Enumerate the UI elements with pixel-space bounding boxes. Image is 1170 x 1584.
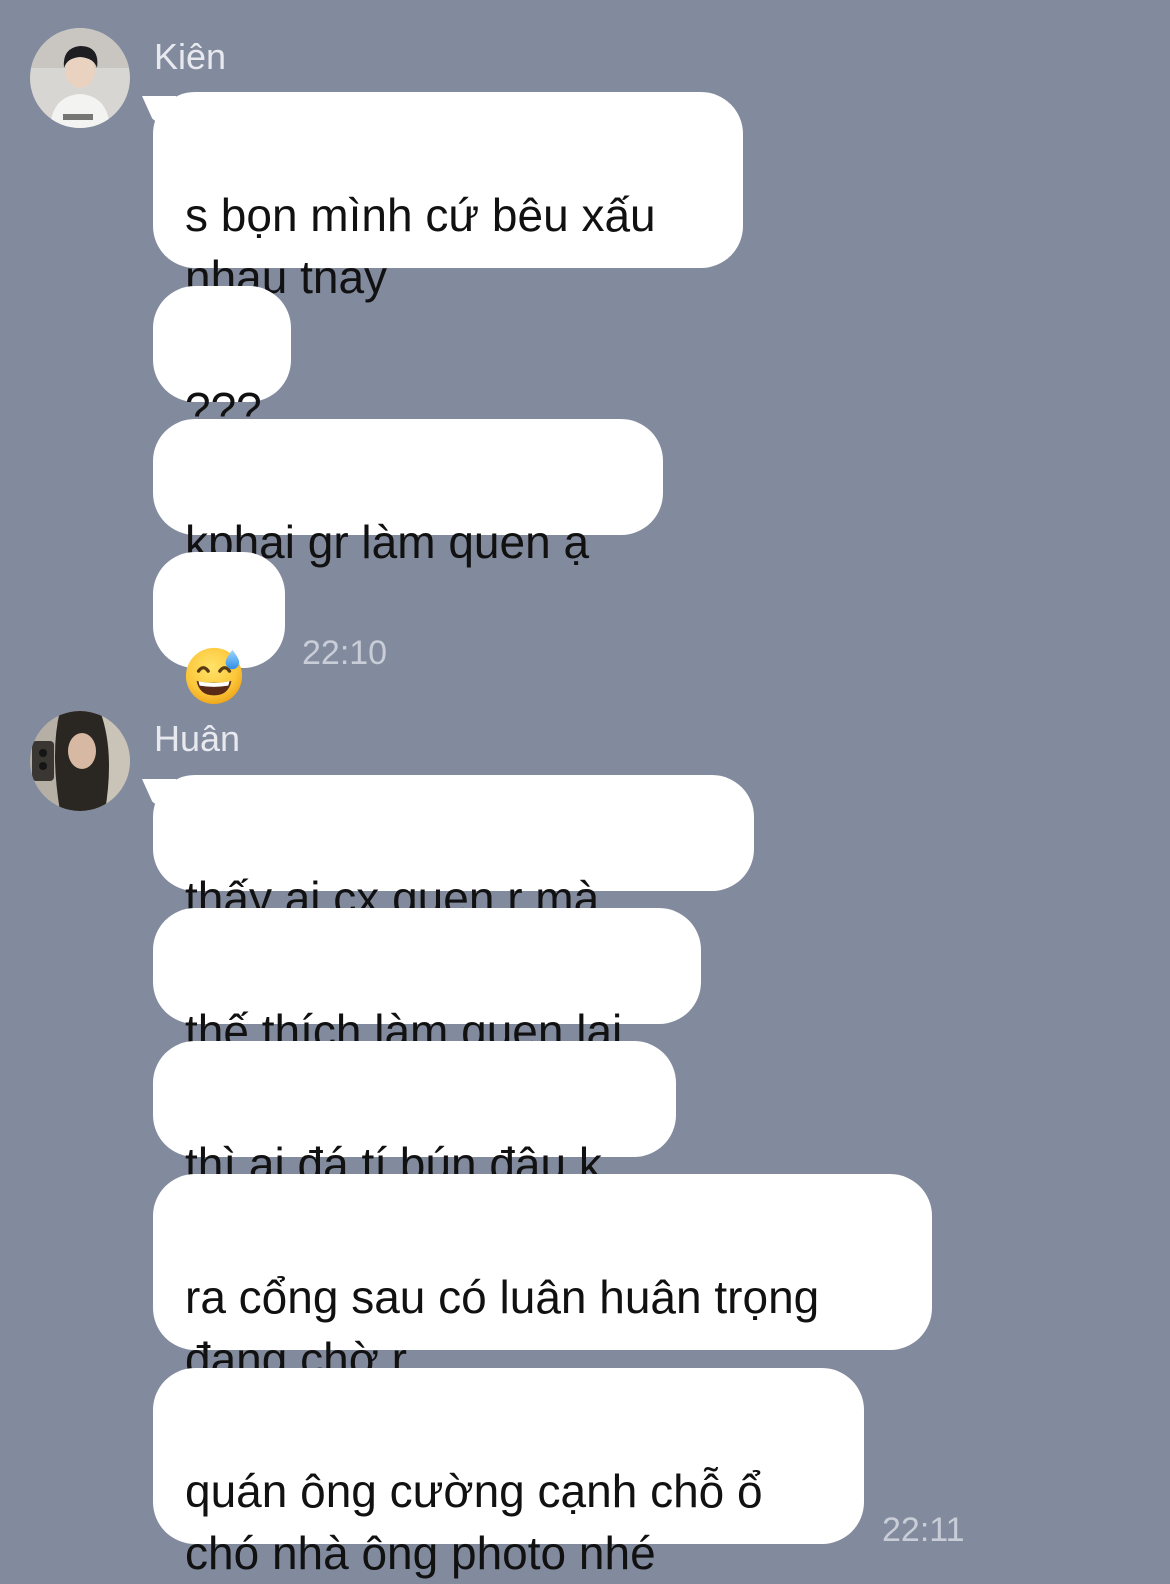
message-bubble[interactable]: s bọn mình cứ bêu xấu nhau tnay [153, 92, 743, 303]
message-text: quán ông cường cạnh chỗ ổ chó nhà ông ph… [185, 1465, 763, 1579]
grinning-face-with-sweat-emoji [183, 644, 245, 706]
avatar-huan[interactable] [30, 711, 130, 811]
message-bubble[interactable]: thì ai đá tí bún đậu k [153, 1041, 676, 1190]
message-bubble[interactable]: quán ông cường cạnh chỗ ổ chó nhà ông ph… [153, 1368, 864, 1579]
message-timestamp: 22:10 [302, 634, 388, 672]
message-bubble[interactable] [153, 552, 285, 668]
message-bubble[interactable]: thấy ai cx quen r mà [153, 775, 754, 891]
profile-photo-icon [30, 28, 130, 128]
sender-name-kien: Kiên [154, 36, 227, 77]
message-bubble[interactable]: ??? [153, 286, 291, 435]
message-bubble[interactable]: ra cổng sau có luân huân trọng đang chờ … [153, 1174, 932, 1385]
profile-photo-icon [30, 711, 130, 811]
avatar-kien[interactable] [30, 28, 130, 128]
message-bubble[interactable]: thế thích làm quen lại [153, 908, 701, 1057]
sender-name-huan: Huân [154, 718, 241, 759]
message-bubble[interactable]: kphai gr làm quen ạ [153, 419, 663, 568]
message-timestamp: 22:11 [882, 1511, 965, 1549]
